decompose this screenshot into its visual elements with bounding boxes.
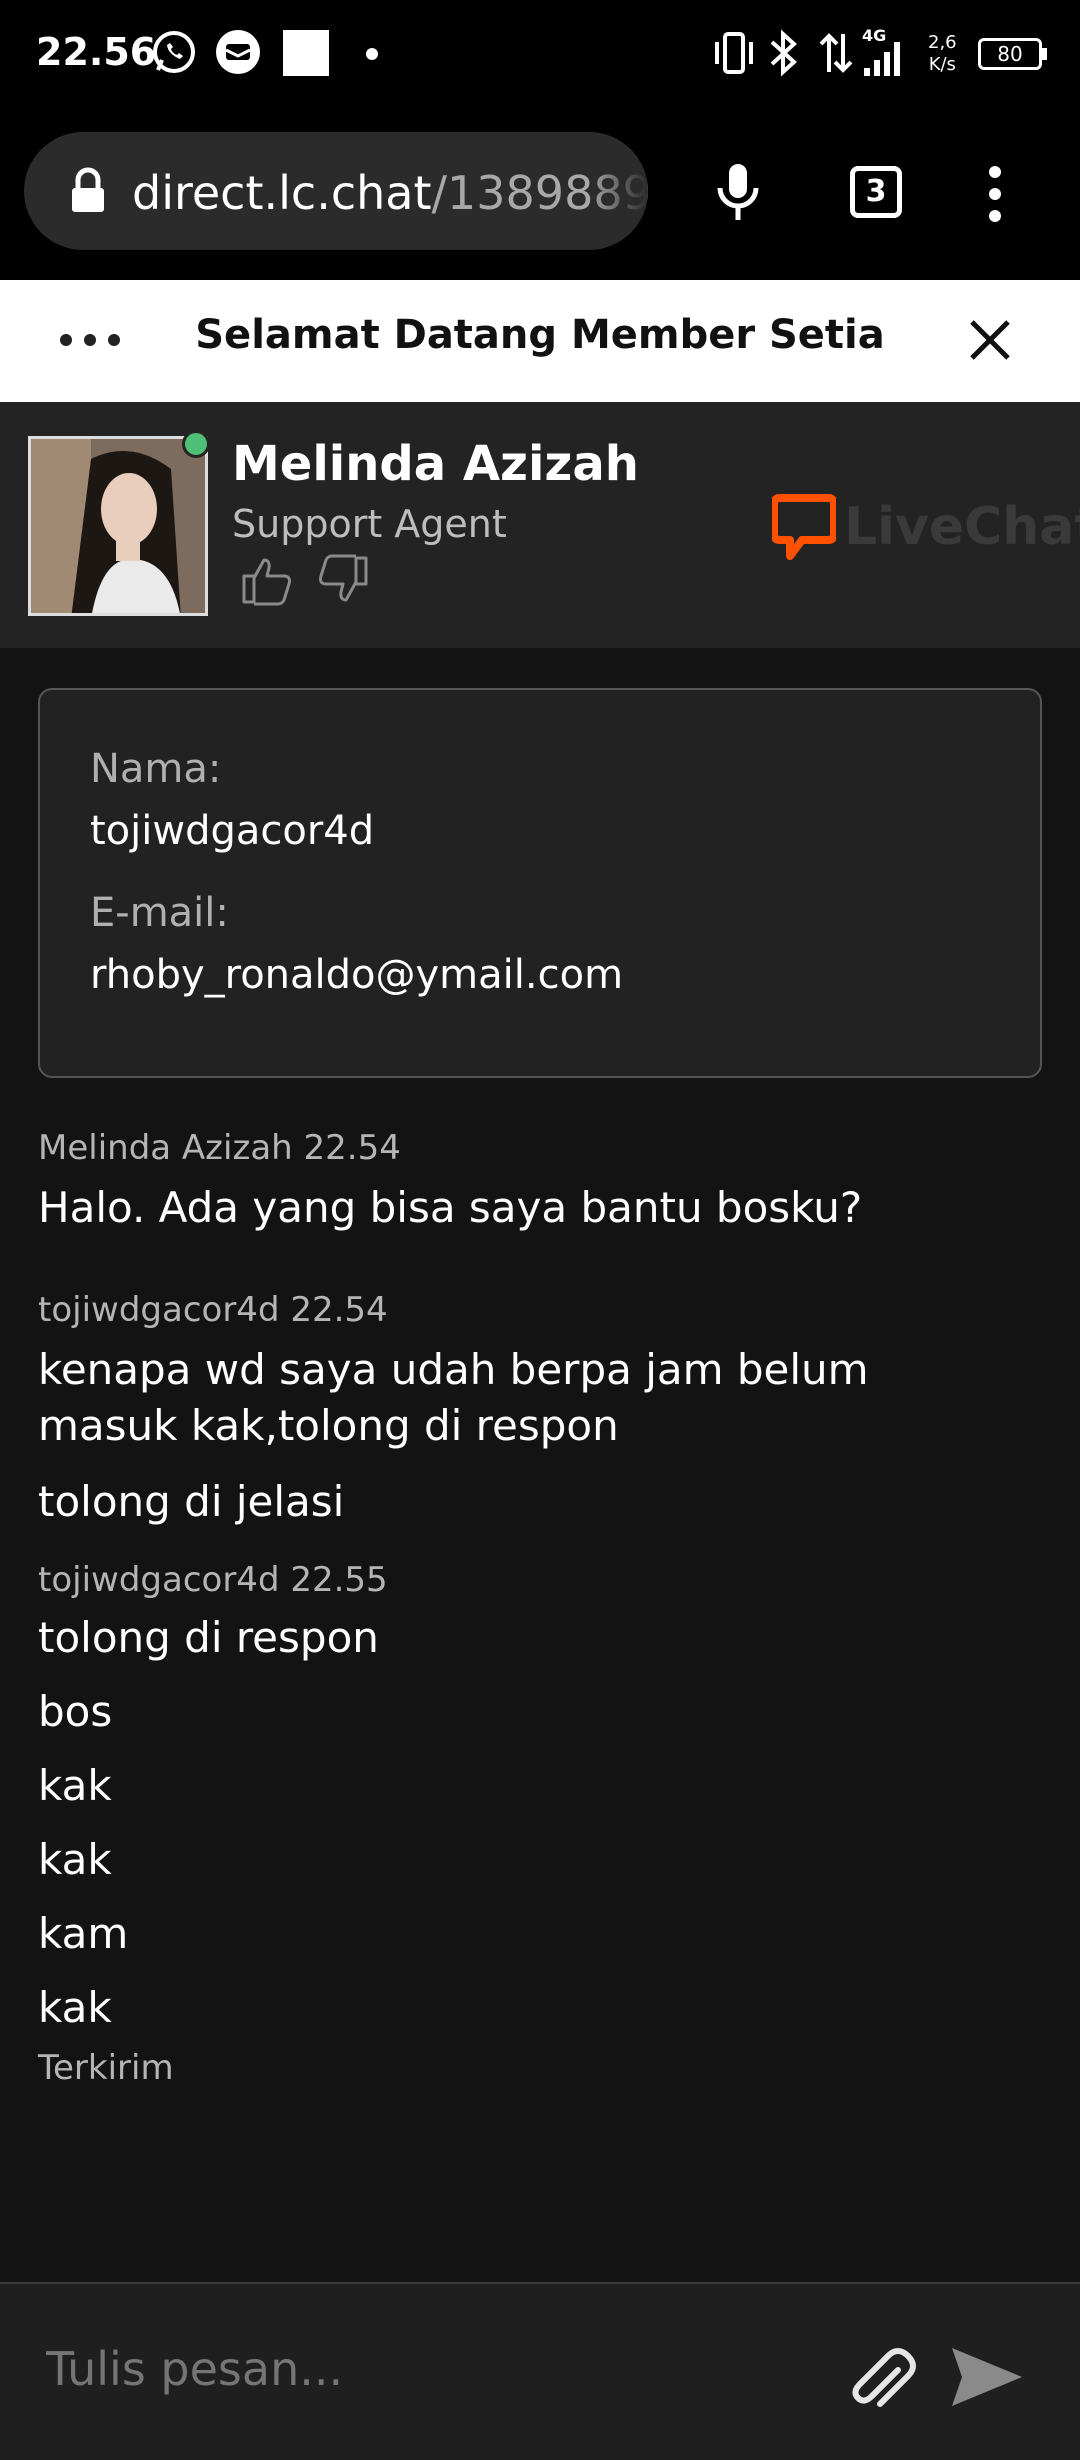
message-text: bos: [38, 1687, 113, 1736]
message-meta: tojiwdgacor4d 22.55: [38, 1560, 388, 1600]
delivery-status: Terkirim: [38, 2048, 174, 2088]
message-input[interactable]: [46, 2342, 806, 2396]
agent-photo: [31, 439, 205, 613]
message-text: Halo. Ada yang bisa saya bantu bosku?: [38, 1183, 863, 1232]
agent-name: Melinda Azizah: [232, 436, 639, 492]
message-text: kak: [38, 1835, 112, 1884]
status-time: 22.56: [36, 30, 157, 74]
name-label: Nama:: [90, 746, 222, 792]
message-text: tolong di jelasi: [38, 1477, 345, 1526]
message-text: kak: [38, 1983, 112, 2032]
message-text: kak: [38, 1761, 112, 1810]
url-text: direct.lc.chat/1389889: [132, 166, 648, 220]
url-host: direct.lc.chat: [132, 166, 432, 220]
whatsapp-icon: [153, 31, 195, 73]
agent-role: Support Agent: [232, 502, 507, 546]
online-status-indicator: [182, 430, 210, 458]
data-transfer-icon: [819, 33, 853, 73]
attachment-icon[interactable]: [846, 2342, 918, 2414]
message-meta: Melinda Azizah 22.54: [38, 1128, 401, 1168]
message-meta: tojiwdgacor4d 22.54: [38, 1290, 388, 1330]
thumbs-down-icon[interactable]: [314, 554, 370, 606]
messenger-icon: [216, 30, 260, 74]
status-bar: 22.56 4G 2,6 K/s 80: [0, 0, 1080, 108]
thumbs-up-icon[interactable]: [240, 554, 296, 606]
send-icon[interactable]: [950, 2344, 1024, 2410]
bluetooth-icon: [770, 29, 797, 77]
message-composer: [0, 2282, 1080, 2460]
chat-title: Selamat Datang Member Setia: [195, 312, 885, 358]
message-text: kam: [38, 1909, 129, 1958]
overflow-menu-icon[interactable]: [980, 164, 1010, 224]
name-value: tojiwdgacor4d: [90, 808, 375, 854]
livechat-logo: LiveChat: [772, 494, 1080, 560]
browser-toolbar: direct.lc.chat/1389889 3: [0, 108, 1080, 280]
message-text: tolong di respon: [38, 1613, 379, 1662]
email-value: rhoby_ronaldo@ymail.com: [90, 952, 624, 998]
visitor-info-card: Nama: tojiwdgacor4d E-mail: rhoby_ronald…: [38, 688, 1042, 1078]
url-bar[interactable]: direct.lc.chat/1389889: [24, 132, 648, 250]
more-notifications-dot-icon: [366, 48, 378, 60]
network-speed-value: 2,6: [928, 32, 957, 53]
chat-title-bar: Selamat Datang Member Setia: [0, 280, 1080, 402]
livechat-logo-icon: [772, 494, 836, 560]
network-speed: 2,6 K/s: [928, 32, 957, 76]
notification-square-icon: [283, 30, 329, 76]
battery-tip: [1042, 48, 1047, 60]
battery-icon: 80: [978, 38, 1042, 70]
url-fade: [588, 132, 648, 250]
livechat-logo-text: LiveChat: [844, 497, 1080, 557]
message-text: kenapa wd saya udah berpa jam belum masu…: [38, 1345, 869, 1450]
signal-icon: [864, 42, 900, 76]
network-speed-unit: K/s: [928, 54, 956, 75]
avatar: [28, 436, 208, 616]
vibrate-icon: [715, 32, 753, 74]
tab-switcher-button[interactable]: 3: [850, 166, 902, 218]
microphone-icon[interactable]: [714, 160, 762, 224]
close-icon[interactable]: [966, 316, 1014, 364]
lock-icon: [72, 167, 104, 212]
agent-panel: Melinda Azizah Support Agent LiveChat: [0, 402, 1080, 648]
email-label: E-mail:: [90, 890, 229, 936]
